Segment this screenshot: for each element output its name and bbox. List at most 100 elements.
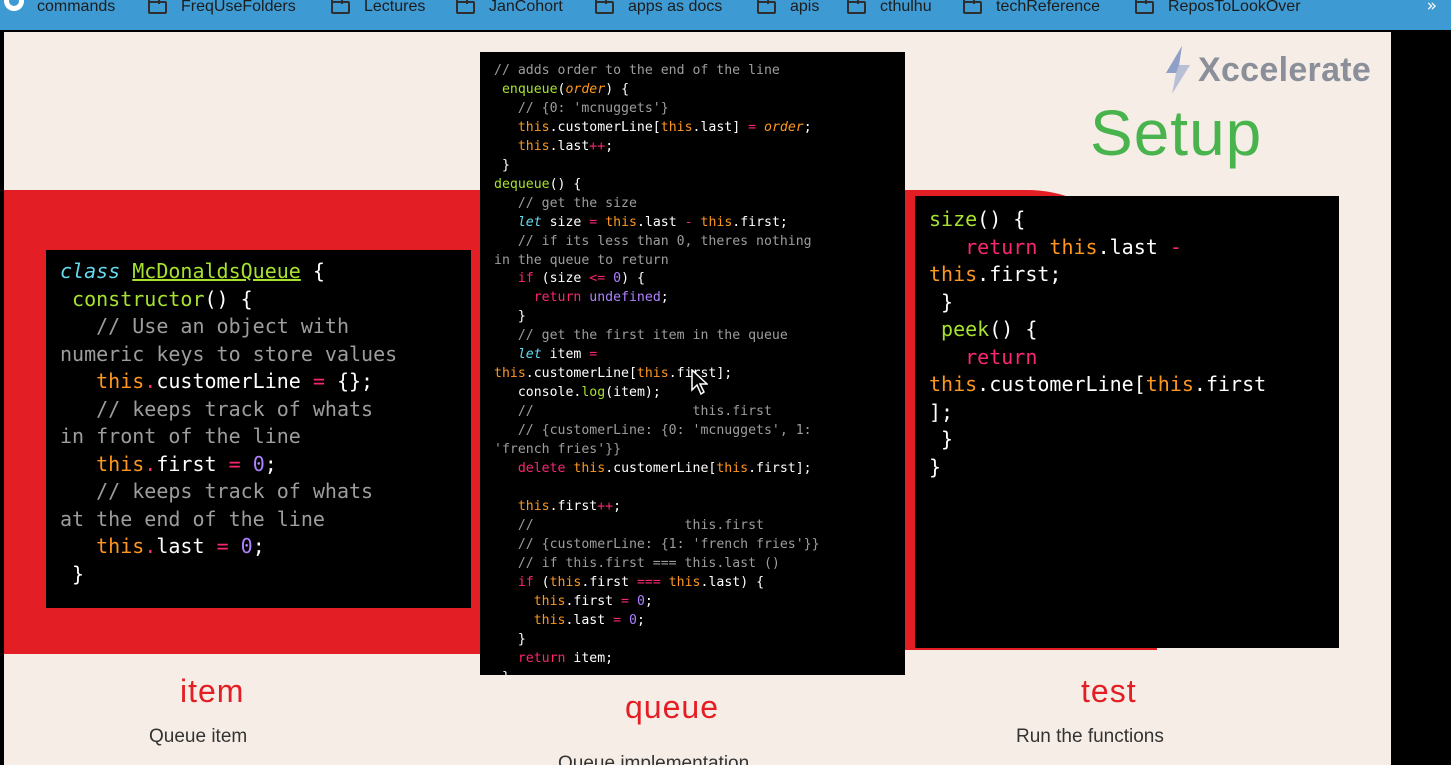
folder-icon <box>595 0 614 14</box>
folder-icon <box>331 0 350 14</box>
code-token: in the queue to return <box>494 252 669 268</box>
code-token: this <box>517 498 550 514</box>
code-token: this <box>1145 372 1194 396</box>
code-token: // get the size <box>517 195 637 211</box>
code-token: log <box>581 385 606 401</box>
code-token: // {0: 'mcnuggets'} <box>517 100 669 116</box>
code-token: () { <box>549 176 582 192</box>
bookmark-label: apis <box>790 0 820 15</box>
code-token: ( <box>533 574 550 590</box>
lightning-icon <box>1166 46 1190 94</box>
section-title-queue: queue <box>625 689 719 725</box>
code-token: .first; <box>732 214 788 230</box>
code-token: dequeue <box>494 176 550 192</box>
folder-icon <box>1135 0 1154 14</box>
more-bookmarks-chevron-icon[interactable]: » <box>1427 0 1437 16</box>
bookmark-lectures[interactable]: Lectures <box>331 0 425 17</box>
code-token: = <box>589 347 598 363</box>
code-token: constructor <box>72 286 205 311</box>
code-token: order <box>565 81 606 97</box>
code-token: .first <box>1193 372 1267 396</box>
code-token: ; <box>636 612 645 628</box>
code-token: this <box>517 138 550 154</box>
code-token: this <box>533 593 566 609</box>
presentation-slide: Xccelerate Setup class McDonaldsQueue { … <box>4 32 1391 765</box>
code-panel-queue: // adds order to the end of the line enq… <box>480 52 905 675</box>
bookmarks-bar: commands FreqUseFolders Lectures JanCoho… <box>0 0 1451 30</box>
code-token: === <box>636 574 661 590</box>
code-token: size <box>541 214 590 230</box>
logo-text: Xccelerate <box>1198 50 1372 89</box>
section-title-item: item <box>180 673 245 709</box>
code-token: (item); <box>605 385 661 401</box>
code-token: .first <box>581 574 637 590</box>
code-token: // get the first item in the queue <box>517 328 788 344</box>
code-token: return <box>533 290 582 306</box>
code-token: ++ <box>589 138 606 154</box>
code-token: size <box>929 207 978 231</box>
mouse-cursor-icon <box>691 369 708 395</box>
folder-icon <box>847 0 866 14</box>
code-token: . <box>144 451 157 476</box>
code-token: } <box>941 289 954 314</box>
code-token: .last <box>1097 234 1170 259</box>
code-token: .last <box>636 214 685 230</box>
folder-icon <box>963 0 982 14</box>
bookmark-frequsefolders[interactable]: FreqUseFolders <box>148 0 296 17</box>
code-token: .last <box>565 612 614 628</box>
code-token: McDonaldsQueue <box>132 259 301 283</box>
code-token: delete <box>517 461 566 477</box>
code-token: this <box>494 366 526 382</box>
code-token: } <box>501 157 510 173</box>
code-token: this <box>517 119 550 135</box>
code-token: this <box>660 119 693 135</box>
code-token: = <box>228 451 241 476</box>
bookmark-cthulhu[interactable]: cthulhu <box>847 0 932 17</box>
code-token: - <box>684 214 693 230</box>
code-token: this <box>96 534 145 558</box>
bookmark-label: Lectures <box>364 0 426 15</box>
code-token: 0 <box>240 534 253 558</box>
code-token: .first <box>549 498 598 514</box>
code-token: .customerLine[ <box>549 119 661 135</box>
folder-icon <box>757 0 776 14</box>
code-token: this <box>929 262 978 286</box>
folder-icon <box>456 0 475 14</box>
bookmark-repostolookover[interactable]: ReposToLookOver <box>1135 0 1301 17</box>
code-token: this <box>636 366 669 382</box>
code-token: ]; <box>929 399 954 424</box>
bookmark-apis[interactable]: apis <box>757 0 819 17</box>
bookmark-techreference[interactable]: techReference <box>963 0 1100 17</box>
code-token: this <box>700 214 733 230</box>
section-subtitle-item: Queue item <box>149 726 248 747</box>
code-token: return <box>965 234 1038 259</box>
code-token: .last <box>549 138 590 154</box>
code-token: .customerLine[ <box>525 366 637 382</box>
code-token: return <box>965 344 1038 369</box>
code-token: at the end of the line <box>60 506 325 531</box>
xccelerate-logo: Xccelerate <box>1164 46 1371 94</box>
code-token: ; <box>613 498 622 514</box>
code-panel-item: class McDonaldsQueue { constructor() { /… <box>46 250 471 608</box>
code-token: // keeps track of whats <box>96 479 374 503</box>
code-token: this <box>533 612 566 628</box>
code-token: { <box>312 259 325 283</box>
code-token: last <box>156 534 217 558</box>
code-token: 0 <box>613 271 622 287</box>
code-token: .first <box>565 593 622 609</box>
screen-edge <box>1391 32 1451 765</box>
bookmark-commands[interactable]: commands <box>2 0 115 17</box>
code-token: // {customerLine: {1: 'french fries'}} <box>517 536 820 552</box>
section-subtitle-queue: Queue implementation <box>558 753 750 765</box>
code-token: 'french fries'}} <box>494 442 622 458</box>
code-token: 0 <box>636 593 645 609</box>
code-token: = <box>216 534 229 558</box>
code-token: . <box>144 369 157 393</box>
bookmark-jancohort[interactable]: JanCohort <box>456 0 563 17</box>
code-token: // if this.first === this.last () <box>517 555 780 571</box>
code-token: // if its less than 0, theres nothing <box>517 233 812 249</box>
bookmark-apps-as-docs[interactable]: apps as docs <box>595 0 722 17</box>
code-token: item; <box>565 650 614 666</box>
folder-icon <box>148 0 167 14</box>
code-token: // this.first <box>517 404 772 420</box>
